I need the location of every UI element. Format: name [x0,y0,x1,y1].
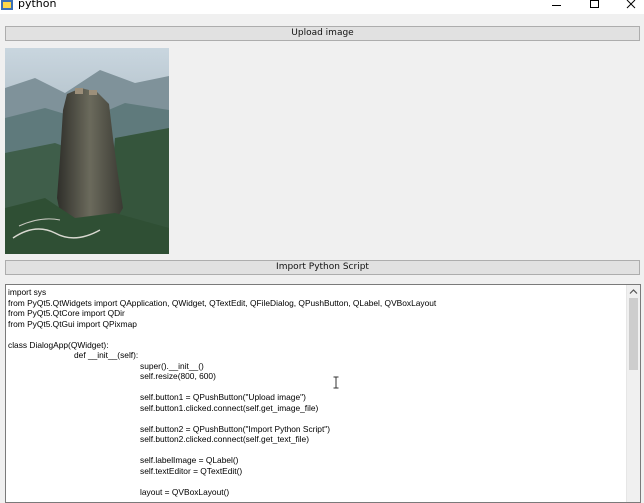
code-line[interactable]: super().__init__() [8,361,436,372]
code-line[interactable]: def __init__(self): [8,350,436,361]
code-line[interactable]: from PyQt5.QtGui import QPixmap [8,319,436,330]
code-editor[interactable]: import sys from PyQt5.QtWidgets import QA… [5,284,641,503]
python-app-icon [1,0,13,10]
code-line[interactable]: class DialogApp(QWidget): [8,340,436,351]
title-bar: python [0,0,644,14]
code-line[interactable] [8,382,436,393]
code-line[interactable]: self.labelImage = QLabel() [8,455,436,466]
code-line[interactable] [8,476,436,487]
upload-image-button[interactable]: Upload image [5,26,640,41]
minimize-icon[interactable] [545,0,567,14]
scroll-thumb[interactable] [629,298,638,370]
code-text[interactable]: import sys from PyQt5.QtWidgets import QA… [8,287,436,497]
text-cursor-icon [333,376,339,389]
code-line[interactable]: self.button2.clicked.connect(self.get_te… [8,434,436,445]
mountain-photo [5,48,169,254]
image-preview [5,48,169,254]
code-line[interactable] [8,329,436,340]
code-line[interactable] [8,445,436,456]
vertical-scrollbar[interactable] [626,285,640,502]
code-line[interactable]: from PyQt5.QtCore import QDir [8,308,436,319]
import-python-script-button[interactable]: Import Python Script [5,260,640,275]
code-line[interactable]: self.button1.clicked.connect(self.get_im… [8,403,436,414]
maximize-icon[interactable] [583,0,605,14]
code-line[interactable]: self.textEditor = QTextEdit() [8,466,436,477]
window-title: python [18,0,57,10]
code-line[interactable]: import sys [8,287,436,298]
close-icon[interactable] [620,0,642,14]
code-line[interactable]: self.button2 = QPushButton("Import Pytho… [8,424,436,435]
code-line[interactable]: self.button1 = QPushButton("Upload image… [8,392,436,403]
code-line[interactable]: from PyQt5.QtWidgets import QApplication… [8,298,436,309]
code-line[interactable]: self.resize(800, 600) [8,371,436,382]
code-line[interactable]: layout = QVBoxLayout() [8,487,436,498]
code-line[interactable] [8,413,436,424]
scroll-up-arrow-icon[interactable] [629,288,638,295]
